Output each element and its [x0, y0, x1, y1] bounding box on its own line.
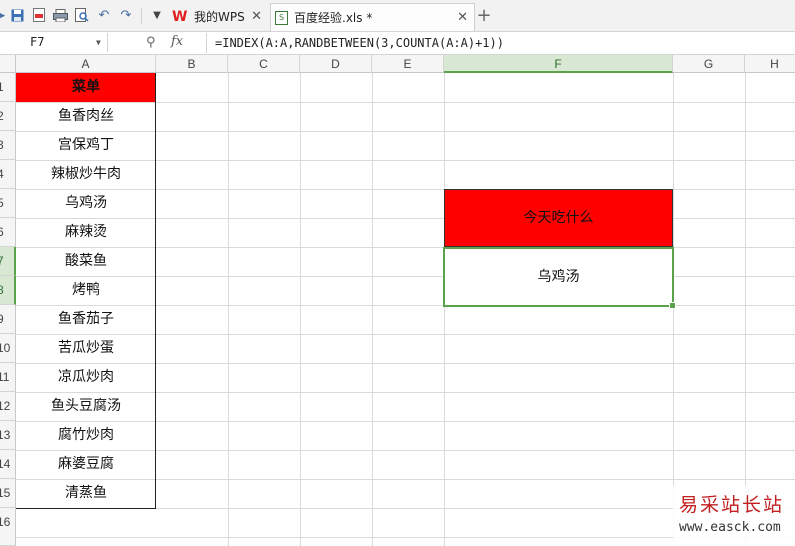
column-header-e[interactable]: E — [372, 55, 444, 73]
row-header[interactable]: 2 — [0, 102, 16, 131]
menu-item-cell[interactable]: 腐竹炒肉 — [16, 421, 156, 450]
name-box-value: F7 — [30, 35, 45, 49]
row-header[interactable]: 4 — [0, 160, 16, 189]
row-header[interactable]: 3 — [0, 131, 16, 160]
menu-item-cell[interactable]: 宫保鸡丁 — [16, 131, 156, 160]
menu-item-cell[interactable]: 鱼香茄子 — [16, 305, 156, 334]
spreadsheet-grid[interactable]: A B C D E F G H 1 2 3 4 5 6 7 8 9 10 11 … — [0, 55, 795, 546]
row-header[interactable]: 9 — [0, 305, 16, 334]
row-header[interactable]: 6 — [0, 218, 16, 247]
row-header[interactable]: 10 — [0, 334, 16, 363]
gridline — [372, 73, 373, 546]
tab-my-wps-label: 我的WPS — [194, 10, 245, 24]
print-icon[interactable] — [52, 7, 68, 23]
print-preview-icon[interactable] — [74, 7, 90, 23]
active-result-cell[interactable]: 乌鸡汤 — [443, 247, 676, 309]
add-tab-button[interactable]: + — [474, 4, 494, 26]
prompt-cell[interactable]: 今天吃什么 — [444, 189, 673, 247]
tab-my-wps[interactable]: W 我的WPS ✕ — [168, 3, 268, 30]
row-header[interactable]: 16 — [0, 508, 16, 546]
cell-border — [16, 508, 156, 509]
column-header-c[interactable]: C — [228, 55, 300, 73]
formula-input[interactable]: =INDEX(A:A,RANDBETWEEN(3,COUNTA(A:A)+1)) — [206, 33, 795, 53]
row-header[interactable]: 7 — [0, 247, 16, 276]
title-bar: ▸ ↶ ↷ ▼ W 我的WPS ✕ S 百度经验.xls * ✕ + — [0, 0, 795, 32]
column-header-g[interactable]: G — [673, 55, 745, 73]
redo-icon[interactable]: ↷ — [118, 7, 134, 23]
row-header[interactable]: 1 — [0, 73, 16, 102]
menu-item-cell[interactable]: 酸菜鱼 — [16, 247, 156, 276]
zoom-icon[interactable]: ⚲ — [146, 35, 156, 50]
gridline — [228, 73, 229, 546]
tab-file[interactable]: S 百度经验.xls * ✕ — [270, 3, 475, 31]
menu-item-cell[interactable]: 鱼头豆腐汤 — [16, 392, 156, 421]
watermark-url: www.easck.com — [679, 520, 781, 535]
column-header-h[interactable]: H — [745, 55, 795, 73]
menu-item-cell[interactable]: 苦瓜炒蛋 — [16, 334, 156, 363]
export-pdf-icon[interactable] — [31, 7, 47, 23]
menu-item-cell[interactable]: 辣椒炒牛肉 — [16, 160, 156, 189]
row-header[interactable]: 5 — [0, 189, 16, 218]
menu-item-cell[interactable]: 烤鸭 — [16, 276, 156, 305]
row-header[interactable]: 15 — [0, 479, 16, 508]
menu-item-cell[interactable]: 乌鸡汤 — [16, 189, 156, 218]
watermark: 易采站长站 www.easck.com — [673, 486, 795, 546]
menu-item-cell[interactable]: 凉瓜炒肉 — [16, 363, 156, 392]
row-header[interactable]: 8 — [0, 276, 16, 305]
formula-bar: F7 ▼ ⚲ fx =INDEX(A:A,RANDBETWEEN(3,COUNT… — [0, 32, 795, 55]
close-icon[interactable]: ✕ — [457, 10, 468, 25]
menu-item-cell[interactable]: 麻婆豆腐 — [16, 450, 156, 479]
fill-handle[interactable] — [669, 302, 676, 309]
gridline — [673, 73, 674, 546]
menu-item-cell[interactable]: 鱼香肉丝 — [16, 102, 156, 131]
close-icon[interactable]: ✕ — [251, 9, 262, 24]
toolbar-separator — [141, 8, 142, 24]
tab-file-label: 百度经验.xls * — [294, 11, 373, 25]
undo-icon[interactable]: ↶ — [96, 7, 112, 23]
column-header-b[interactable]: B — [156, 55, 228, 73]
customize-dropdown-icon[interactable]: ▼ — [149, 7, 165, 23]
result-value: 乌鸡汤 — [537, 269, 580, 285]
gridline — [300, 73, 301, 546]
save-icon[interactable] — [9, 7, 25, 23]
select-all-corner[interactable] — [0, 55, 16, 73]
row-header[interactable]: 13 — [0, 421, 16, 450]
column-header-d[interactable]: D — [300, 55, 372, 73]
gridline — [745, 73, 746, 546]
menu-item-cell[interactable]: 麻辣烫 — [16, 218, 156, 247]
spreadsheet-file-icon: S — [275, 10, 288, 25]
menu-header-cell[interactable]: 菜单 — [16, 73, 156, 102]
name-box[interactable]: F7 ▼ — [0, 33, 108, 52]
menu-item-cell[interactable]: 清蒸鱼 — [16, 479, 156, 508]
plus-icon: + — [476, 4, 492, 26]
row-header[interactable]: 12 — [0, 392, 16, 421]
row-header[interactable]: 14 — [0, 450, 16, 479]
wps-logo-icon: W — [172, 8, 188, 25]
watermark-title: 易采站长站 — [679, 494, 785, 516]
column-header-a[interactable]: A — [16, 55, 156, 73]
gridline — [444, 73, 445, 546]
column-header-f[interactable]: F — [444, 55, 673, 73]
insert-function-icon[interactable]: fx — [171, 34, 183, 49]
chevron-down-icon[interactable]: ▼ — [96, 33, 101, 52]
cell-border — [155, 73, 156, 508]
row-header[interactable]: 11 — [0, 363, 16, 392]
